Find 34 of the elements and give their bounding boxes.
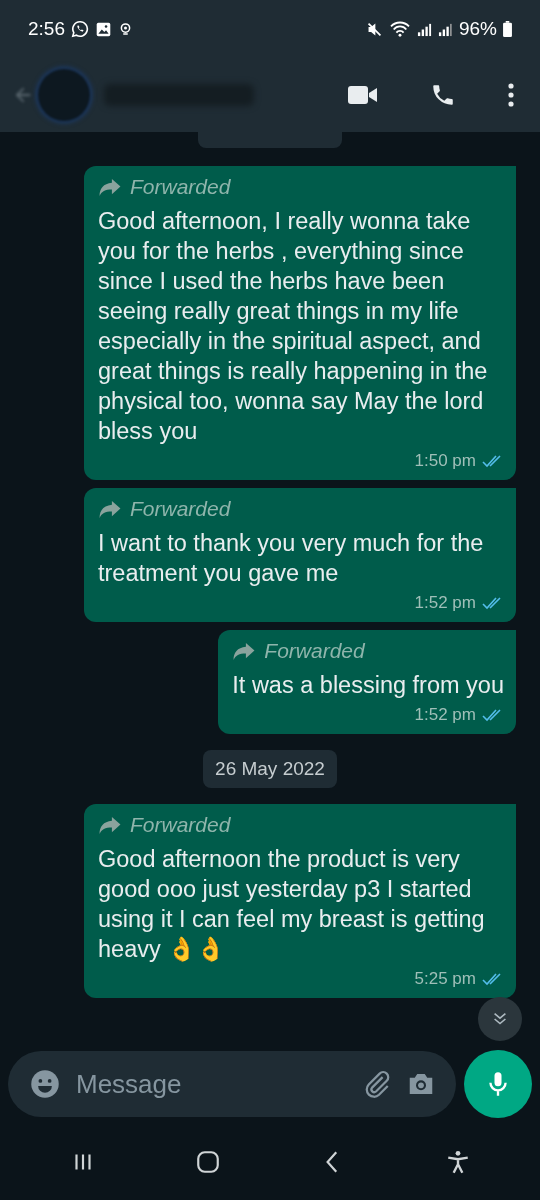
forward-arrow-icon xyxy=(98,815,122,835)
phone-icon[interactable] xyxy=(430,82,456,108)
more-options-icon[interactable] xyxy=(508,83,514,107)
emoji-icon[interactable] xyxy=(30,1069,60,1099)
chat-bubble-icon xyxy=(71,20,89,38)
message-text: It was a blessing from you xyxy=(232,671,504,700)
forwarded-label: Forwarded xyxy=(130,813,231,837)
message-field[interactable]: Message xyxy=(8,1051,456,1117)
forwarded-label: Forwarded xyxy=(130,175,231,199)
wifi-icon xyxy=(388,20,411,38)
message-time: 1:52 pm xyxy=(414,593,476,613)
signal-icon xyxy=(416,21,432,37)
battery-level: 96% xyxy=(458,18,497,40)
home-icon[interactable] xyxy=(194,1149,221,1175)
video-camera-icon[interactable] xyxy=(348,85,378,105)
forwarded-label: Forwarded xyxy=(264,639,365,663)
forward-arrow-icon xyxy=(232,641,257,661)
forwarded-label: Forwarded xyxy=(130,497,231,521)
forward-arrow-icon xyxy=(98,177,122,197)
image-icon xyxy=(95,20,112,38)
scroll-down-button[interactable] xyxy=(478,997,522,1041)
message-time: 1:50 pm xyxy=(414,451,476,471)
clock-time: 2:56 xyxy=(28,18,65,40)
muted-speaker-icon xyxy=(365,20,383,38)
date-chip: 26 May 2022 xyxy=(203,750,337,788)
message-text: Good afternoon, I really wonna take you for the herbs , everything since since I used the herbs have been seeing really great things in my life especially in the spiritual aspect, and great things is really happening in the physical too, wonna say May the lord bless you xyxy=(98,207,489,446)
message-text: Good afternoon the product is very good ooo just yesterday p3 I started using it I can feel my breast is getting heavy 👌👌 xyxy=(98,845,486,964)
message-text: I want to thank you very much for the treatment you gave me xyxy=(98,529,485,588)
signal-icon xyxy=(437,21,453,37)
forward-arrow-icon xyxy=(98,499,122,519)
battery-icon xyxy=(503,21,512,37)
message-time: 1:52 pm xyxy=(414,705,476,725)
location-pin-icon xyxy=(118,20,133,38)
message-time: 5:25 pm xyxy=(414,969,476,989)
